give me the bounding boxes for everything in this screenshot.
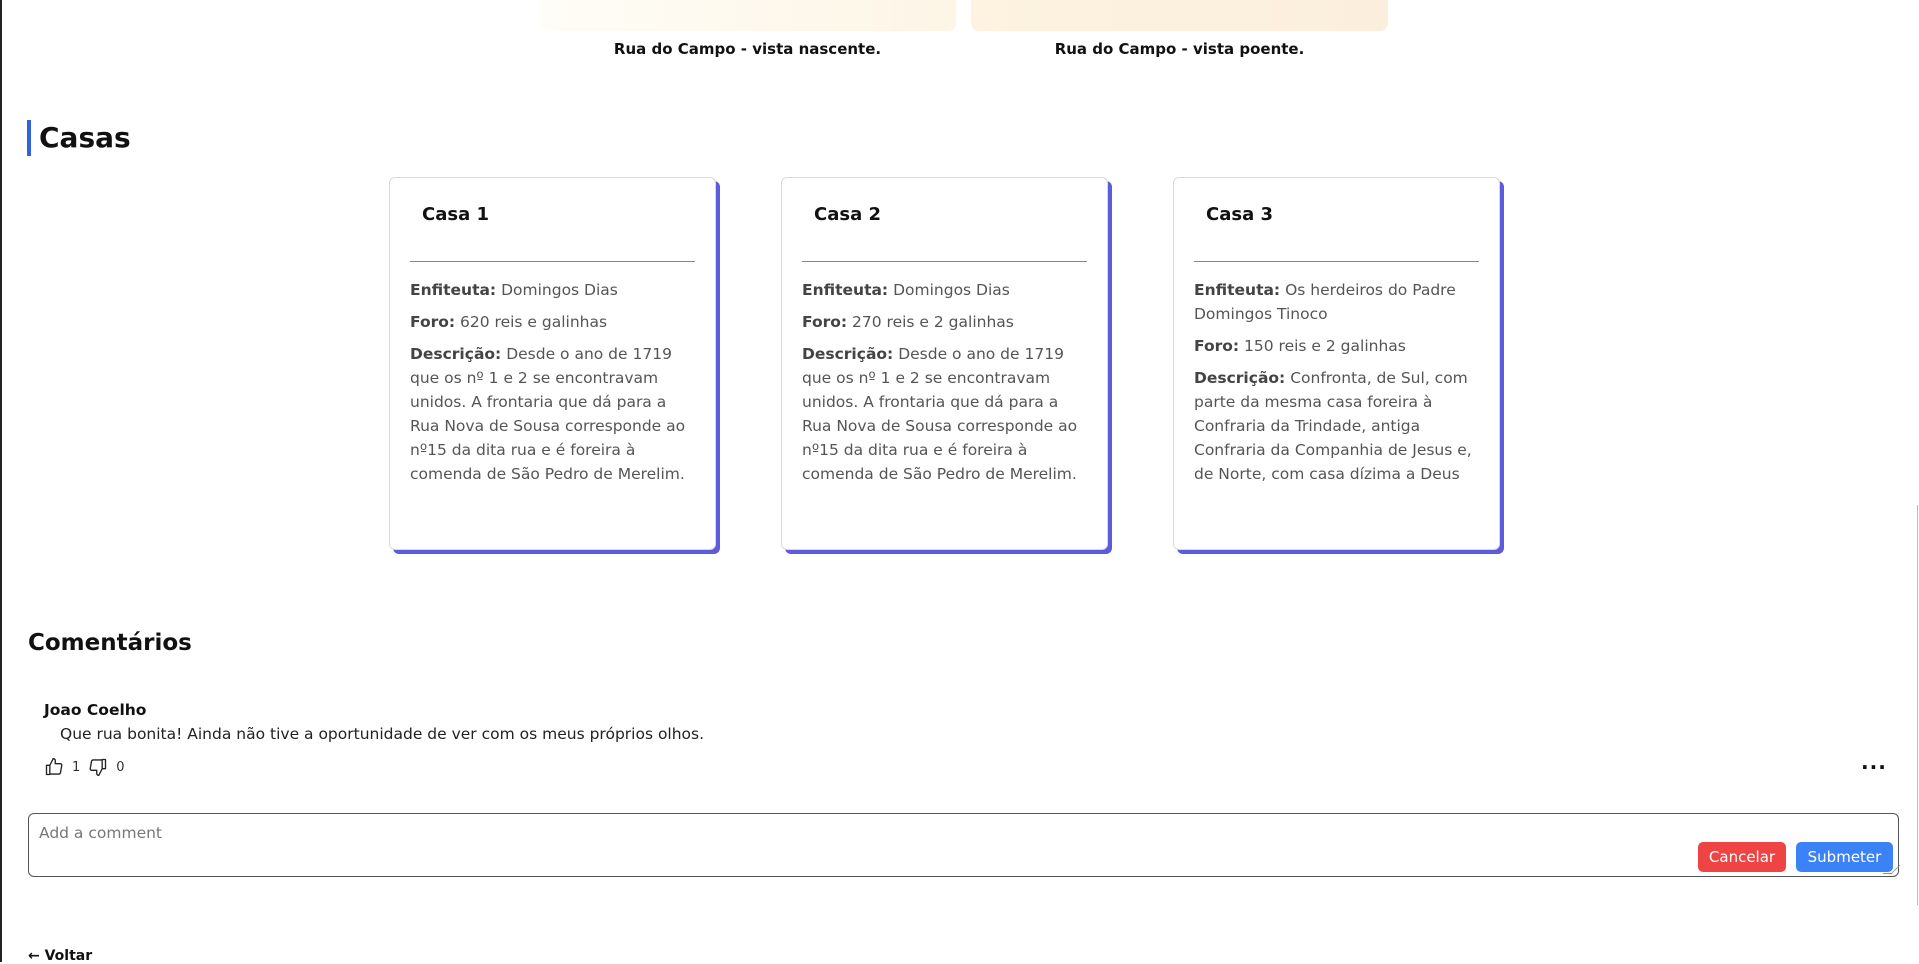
house-card-title: Casa 2 <box>802 178 1087 262</box>
submit-button[interactable]: Submeter <box>1796 842 1893 872</box>
street-photo-west[interactable] <box>971 0 1388 31</box>
foro-value: 270 reis e 2 galinhas <box>852 313 1014 331</box>
dislike-count: 0 <box>116 759 125 775</box>
enfiteuta-row: Enfiteuta: Os herdeiros do Padre Domingo… <box>1194 278 1479 326</box>
comments-title: Comentários <box>28 630 192 656</box>
enfiteuta-value: Domingos Dias <box>893 281 1010 299</box>
more-horizontal-icon: ··· <box>1861 755 1887 779</box>
descricao-label: Descrição: <box>802 345 894 363</box>
descricao-row: Descrição: Desde o ano de 1719 que os nº… <box>410 342 695 486</box>
foro-label: Foro: <box>410 313 456 331</box>
photo-caption: Rua do Campo - vista nascente. <box>613 40 882 58</box>
enfiteuta-row: Enfiteuta: Domingos Dias <box>802 278 1087 302</box>
descricao-label: Descrição: <box>410 345 502 363</box>
more-options-button[interactable]: ··· <box>1861 755 1887 779</box>
house-card: Casa 2 Enfiteuta: Domingos Dias Foro: 27… <box>781 177 1108 550</box>
descricao-value: Desde o ano de 1719 que os nº 1 e 2 se e… <box>802 345 1078 483</box>
foro-label: Foro: <box>1194 337 1240 355</box>
enfiteuta-label: Enfiteuta: <box>802 281 889 299</box>
comment-form: Cancelar Submeter <box>28 813 1901 877</box>
foro-row: Foro: 150 reis e 2 galinhas <box>1194 334 1479 358</box>
comment-author: Joao Coelho <box>44 701 147 719</box>
house-card: Casa 1 Enfiteuta: Domingos Dias Foro: 62… <box>389 177 716 550</box>
photo-gallery: Rua do Campo - vista nascente. Rua do Ca… <box>2 0 1919 70</box>
foro-row: Foro: 620 reis e galinhas <box>410 310 695 334</box>
like-button[interactable] <box>44 757 64 777</box>
house-card-title: Casa 3 <box>1194 178 1479 262</box>
enfiteuta-value: Domingos Dias <box>501 281 618 299</box>
descricao-value: Desde o ano de 1719 que os nº 1 e 2 se e… <box>410 345 686 483</box>
section-title-casas: Casas <box>27 120 131 156</box>
enfiteuta-row: Enfiteuta: Domingos Dias <box>410 278 695 302</box>
street-photo-east[interactable] <box>539 0 956 31</box>
enfiteuta-label: Enfiteuta: <box>410 281 497 299</box>
foro-label: Foro: <box>802 313 848 331</box>
foro-row: Foro: 270 reis e 2 galinhas <box>802 310 1087 334</box>
comment-reactions: 1 0 <box>44 757 125 777</box>
foro-value: 620 reis e galinhas <box>460 313 608 331</box>
photo-caption: Rua do Campo - vista poente. <box>1054 40 1305 58</box>
house-card: Casa 3 Enfiteuta: Os herdeiros do Padre … <box>1173 177 1500 550</box>
enfiteuta-label: Enfiteuta: <box>1194 281 1281 299</box>
comment-input[interactable] <box>37 822 1701 870</box>
cancel-button[interactable]: Cancelar <box>1698 842 1786 872</box>
house-card-title: Casa 1 <box>410 178 695 262</box>
comment-text: Que rua bonita! Ainda não tive a oportun… <box>60 725 705 743</box>
scrollbar[interactable] <box>1917 505 1918 905</box>
descricao-row: Descrição: Desde o ano de 1719 que os nº… <box>802 342 1087 486</box>
descricao-row: Descrição: Confronta, de Sul, com parte … <box>1194 366 1479 486</box>
descricao-label: Descrição: <box>1194 369 1286 387</box>
foro-value: 150 reis e 2 galinhas <box>1244 337 1406 355</box>
dislike-button[interactable] <box>88 757 108 777</box>
thumbs-up-icon <box>45 758 63 776</box>
thumbs-down-icon <box>89 758 107 776</box>
like-count: 1 <box>72 759 81 775</box>
